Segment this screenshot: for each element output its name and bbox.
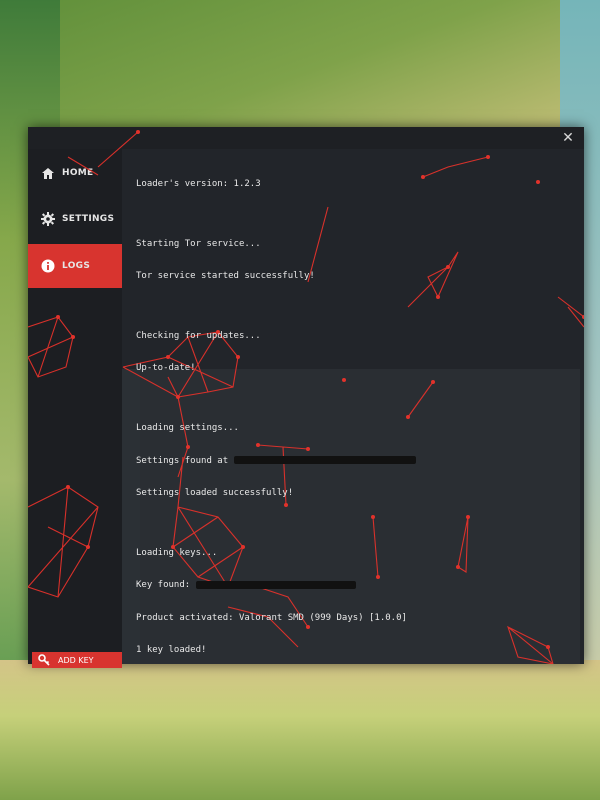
sidebar-item-label: HOME [62,168,94,178]
log-line: Product activated: Valorant SMD (999 Day… [136,612,407,623]
sidebar-item-home[interactable]: HOME [28,151,122,195]
sidebar-item-label: LOGS [62,261,91,271]
redacted-key [195,580,356,589]
log-line: Loading settings... [136,423,239,434]
log-line-key: Key found: [136,580,416,591]
add-key-button[interactable]: ADD KEY [32,652,122,668]
log-line: 1 key loaded! [136,645,207,656]
home-icon [40,165,56,181]
log-line: Loading keys... [136,548,218,559]
desktop-wallpaper-bottom [0,660,600,800]
title-bar[interactable]: ✕ [28,127,584,149]
log-line: Checking for updates... [136,330,261,341]
key-icon [38,654,50,666]
log-line-settings-path: Settings found at [136,456,416,467]
log-line: Tor service started successfully! [136,270,315,281]
log-output: Loader's version: 1.2.3 Starting Tor ser… [122,149,584,664]
sidebar-item-label: SETTINGS [62,214,115,224]
log-line: Starting Tor service... [136,238,261,249]
sidebar: HOME SETTINGS LOGS ADD KEY [28,149,122,668]
log-line-label: Settings found at [136,455,229,466]
log-line: Up-to-date! [136,363,196,374]
redacted-path [233,456,416,465]
gear-icon [40,211,56,227]
log-line-label: Key found: [136,580,191,591]
log-line: Settings loaded successfully! [136,488,294,499]
log-text: Loader's version: 1.2.3 Starting Tor ser… [136,157,416,678]
log-line: Loader's version: 1.2.3 [136,178,261,189]
close-button[interactable]: ✕ [560,130,576,146]
sidebar-item-logs[interactable]: LOGS [28,244,122,288]
sidebar-item-settings[interactable]: SETTINGS [28,197,122,241]
add-key-label: ADD KEY [58,655,94,665]
info-icon [40,258,56,274]
loader-window: ✕ HOME SETTINGS LOGS ADD KEY Loader's ve… [28,127,584,668]
close-icon: ✕ [562,130,574,146]
